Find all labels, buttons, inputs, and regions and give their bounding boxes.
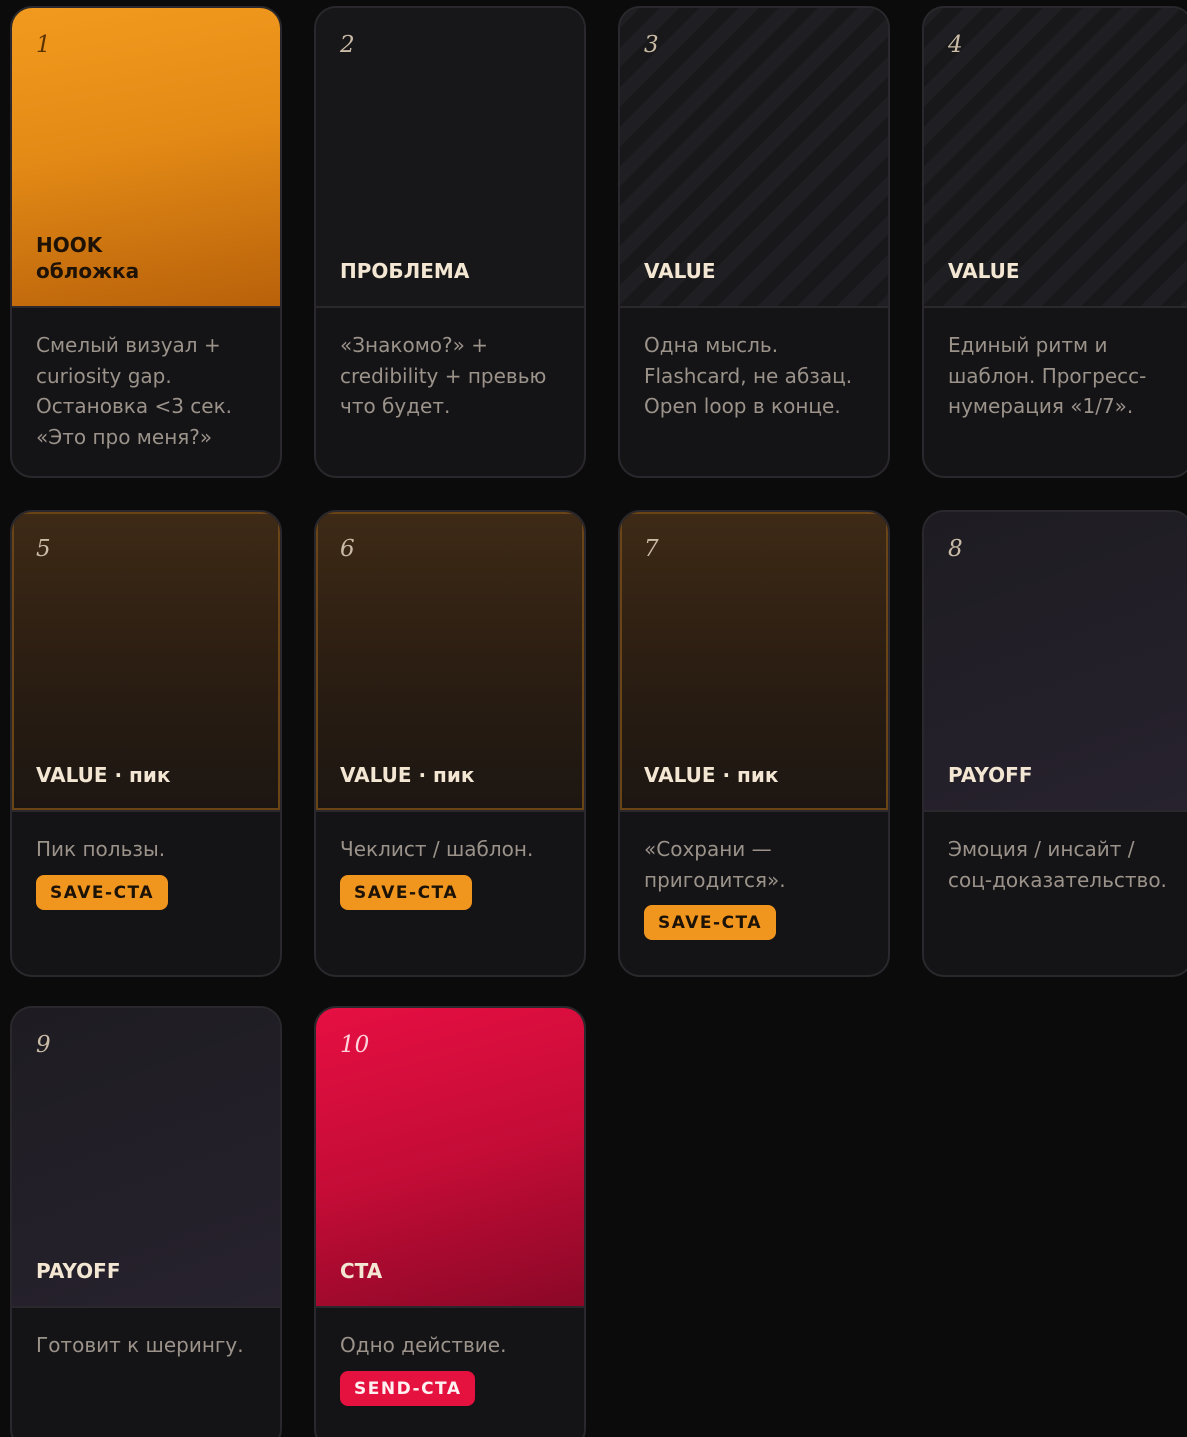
slide-cover-hook: 1 HOOK обложка — [12, 8, 280, 308]
slide-cover-value: 3 VALUE — [620, 8, 888, 308]
slide-card-7: 7 VALUE · пик «Сохрани — пригодится». SA… — [618, 510, 890, 977]
slide-label: VALUE — [644, 259, 716, 283]
slide-description: «Знакомо?» + credibility + превью что бу… — [340, 333, 547, 418]
slide-cover-payoff: 8 PAYOFF — [924, 512, 1187, 812]
slide-label: VALUE · пик — [644, 763, 779, 787]
slide-description: Готовит к шерингу. — [36, 1333, 244, 1357]
slide-label: VALUE · пик — [36, 763, 171, 787]
carousel-slide-grid: 1 HOOK обложка Смелый визуал + curiosity… — [0, 0, 1187, 1437]
slide-number: 9 — [36, 1032, 51, 1058]
slide-cover-value-peak: 6 VALUE · пик — [316, 512, 584, 812]
slide-cover-value-peak: 7 VALUE · пик — [620, 512, 888, 812]
slide-label: PAYOFF — [948, 763, 1033, 787]
slide-cover-value: 4 VALUE — [924, 8, 1187, 308]
slide-description: «Сохрани — пригодится». — [644, 837, 786, 892]
slide-cover-cta: 10 CTA — [316, 1008, 584, 1308]
slide-card-4: 4 VALUE Единый ритм и шаблон. Прогресс-н… — [922, 6, 1187, 478]
slide-cover-problem: 2 ПРОБЛЕМА — [316, 8, 584, 308]
slide-description: Чеклист / шаблон. — [340, 837, 534, 861]
slide-number: 10 — [340, 1032, 370, 1058]
slide-card-6: 6 VALUE · пик Чеклист / шаблон. SAVE-CTA — [314, 510, 586, 977]
slide-number: 2 — [340, 32, 355, 58]
slide-label: PAYOFF — [36, 1259, 121, 1283]
save-cta-badge: SAVE-CTA — [644, 905, 776, 940]
slide-number: 1 — [36, 32, 51, 58]
slide-number: 7 — [644, 536, 659, 562]
slide-description: Одна мысль. Flashcard, не абзац. Open lo… — [644, 333, 853, 418]
slide-label: VALUE — [948, 259, 1020, 283]
slide-card-3: 3 VALUE Одна мысль. Flashcard, не абзац.… — [618, 6, 890, 478]
save-cta-badge: SAVE-CTA — [36, 874, 168, 910]
slide-number: 6 — [340, 536, 355, 562]
save-cta-badge: SAVE-CTA — [340, 874, 472, 910]
slide-card-5: 5 VALUE · пик Пик пользы. SAVE-CTA — [10, 510, 282, 977]
send-cta-badge: SEND-CTA — [340, 1370, 476, 1406]
slide-card-2: 2 ПРОБЛЕМА «Знакомо?» + credibility + пр… — [314, 6, 586, 478]
slide-description: Одно действие. — [340, 1333, 507, 1357]
slide-number: 4 — [948, 32, 963, 58]
slide-description: Пик пользы. — [36, 837, 166, 861]
slide-label: ПРОБЛЕМА — [340, 259, 470, 283]
slide-cover-payoff: 9 PAYOFF — [12, 1008, 280, 1308]
slide-label: CTA — [340, 1259, 383, 1283]
slide-description: Эмоция / инсайт / соц-доказательство. — [948, 837, 1167, 892]
slide-card-8: 8 PAYOFF Эмоция / инсайт / соц-доказател… — [922, 510, 1187, 977]
slide-number: 5 — [36, 536, 51, 562]
slide-label: VALUE · пик — [340, 763, 475, 787]
slide-card-1: 1 HOOK обложка Смелый визуал + curiosity… — [10, 6, 282, 478]
slide-label: HOOK обложка — [36, 233, 140, 283]
slide-cover-value-peak: 5 VALUE · пик — [12, 512, 280, 812]
slide-description: Единый ритм и шаблон. Прогресс-нумерация… — [948, 333, 1147, 418]
slide-card-10: 10 CTA Одно действие. SEND-CTA — [314, 1006, 586, 1437]
slide-card-9: 9 PAYOFF Готовит к шерингу. — [10, 1006, 282, 1437]
slide-number: 3 — [644, 32, 659, 58]
slide-description: Смелый визуал + curiosity gap. Остановка… — [36, 333, 233, 449]
slide-number: 8 — [948, 536, 963, 562]
